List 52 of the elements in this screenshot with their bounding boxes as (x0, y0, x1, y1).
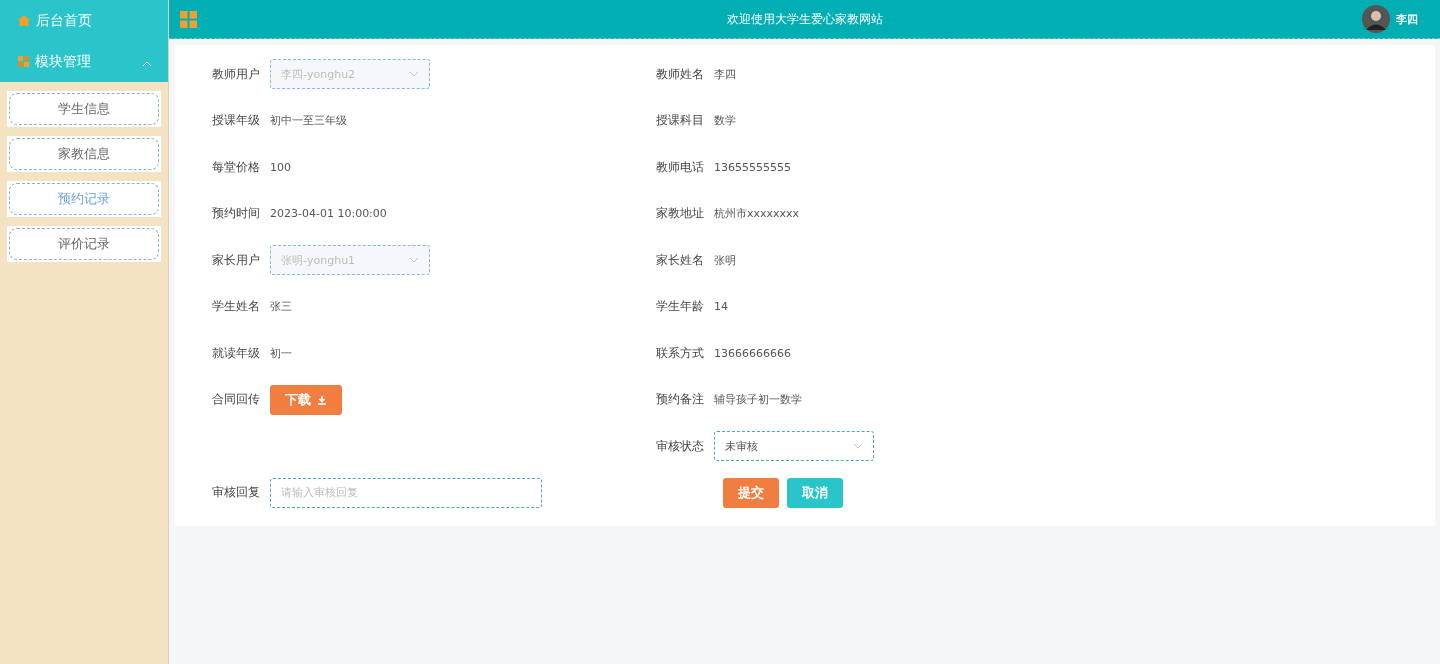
download-icon (317, 394, 327, 405)
sidebar-item[interactable]: 评价记录 (7, 226, 161, 262)
field-label: 合同回传 (211, 391, 261, 409)
chevron-up-icon (142, 60, 152, 67)
field-label: 家长姓名 (655, 251, 705, 269)
field-label: 每堂价格 (211, 158, 261, 176)
field-value: 杭州市xxxxxxxx (714, 206, 800, 222)
home-nav-item[interactable]: 后台首页 (0, 0, 168, 41)
cancel-button[interactable]: 取消 (787, 477, 843, 508)
reply-input-field[interactable]: 请输入审核回复 (270, 477, 542, 508)
field-value: 13655555555 (714, 160, 791, 174)
home-icon (18, 15, 30, 26)
sidebar-item[interactable]: 预约记录 (7, 181, 161, 217)
field-label: 就读年级 (211, 344, 261, 362)
field-label: 教师用户 (211, 65, 261, 83)
site-title: 欢迎使用大学生爱心家教网站 (726, 11, 883, 26)
download-button[interactable]: 下载 (270, 384, 342, 415)
field-label: 教师姓名 (655, 65, 705, 83)
field-label: 审核状态 (655, 437, 705, 455)
sidebar-item[interactable]: 学生信息 (7, 91, 161, 127)
field-label: 预约备注 (655, 391, 705, 409)
field-label: 审核回复 (211, 484, 261, 502)
field-value: 13666666666 (714, 346, 791, 360)
field-label: 家长用户 (211, 251, 261, 269)
field-label: 教师电话 (655, 158, 705, 176)
field-value: 14 (714, 300, 728, 314)
field-value: 张三 (270, 299, 292, 315)
field-value: 初一 (270, 345, 292, 361)
field-value: 100 (270, 160, 291, 174)
field-value: 李四 (714, 66, 736, 82)
select-field[interactable]: 未审核 (714, 431, 874, 462)
user-name[interactable]: 李四 (1396, 11, 1418, 27)
chevron-down-icon (409, 71, 419, 78)
module-nav-item[interactable]: 模块管理 (0, 41, 168, 82)
grid-icon (18, 56, 29, 67)
field-label: 学生姓名 (211, 298, 261, 316)
field-label: 联系方式 (655, 344, 705, 362)
field-label: 授课科目 (655, 112, 705, 130)
sidebar-item[interactable]: 家教信息 (7, 136, 161, 172)
field-value: 2023-04-01 10:00:00 (270, 207, 387, 221)
chevron-down-icon (853, 443, 863, 450)
field-value: 数学 (714, 113, 736, 129)
field-value: 张明 (714, 252, 736, 268)
field-label: 学生年龄 (655, 298, 705, 316)
submit-button[interactable]: 提交 (723, 477, 779, 508)
field-value: 辅导孩子初一数学 (714, 392, 802, 408)
field-label: 预约时间 (211, 205, 261, 223)
avatar-icon[interactable] (1362, 5, 1390, 33)
field-value: 初中一至三年级 (270, 113, 347, 129)
field-label: 家教地址 (655, 205, 705, 223)
field-label: 授课年级 (211, 112, 261, 130)
chevron-down-icon (409, 257, 419, 264)
